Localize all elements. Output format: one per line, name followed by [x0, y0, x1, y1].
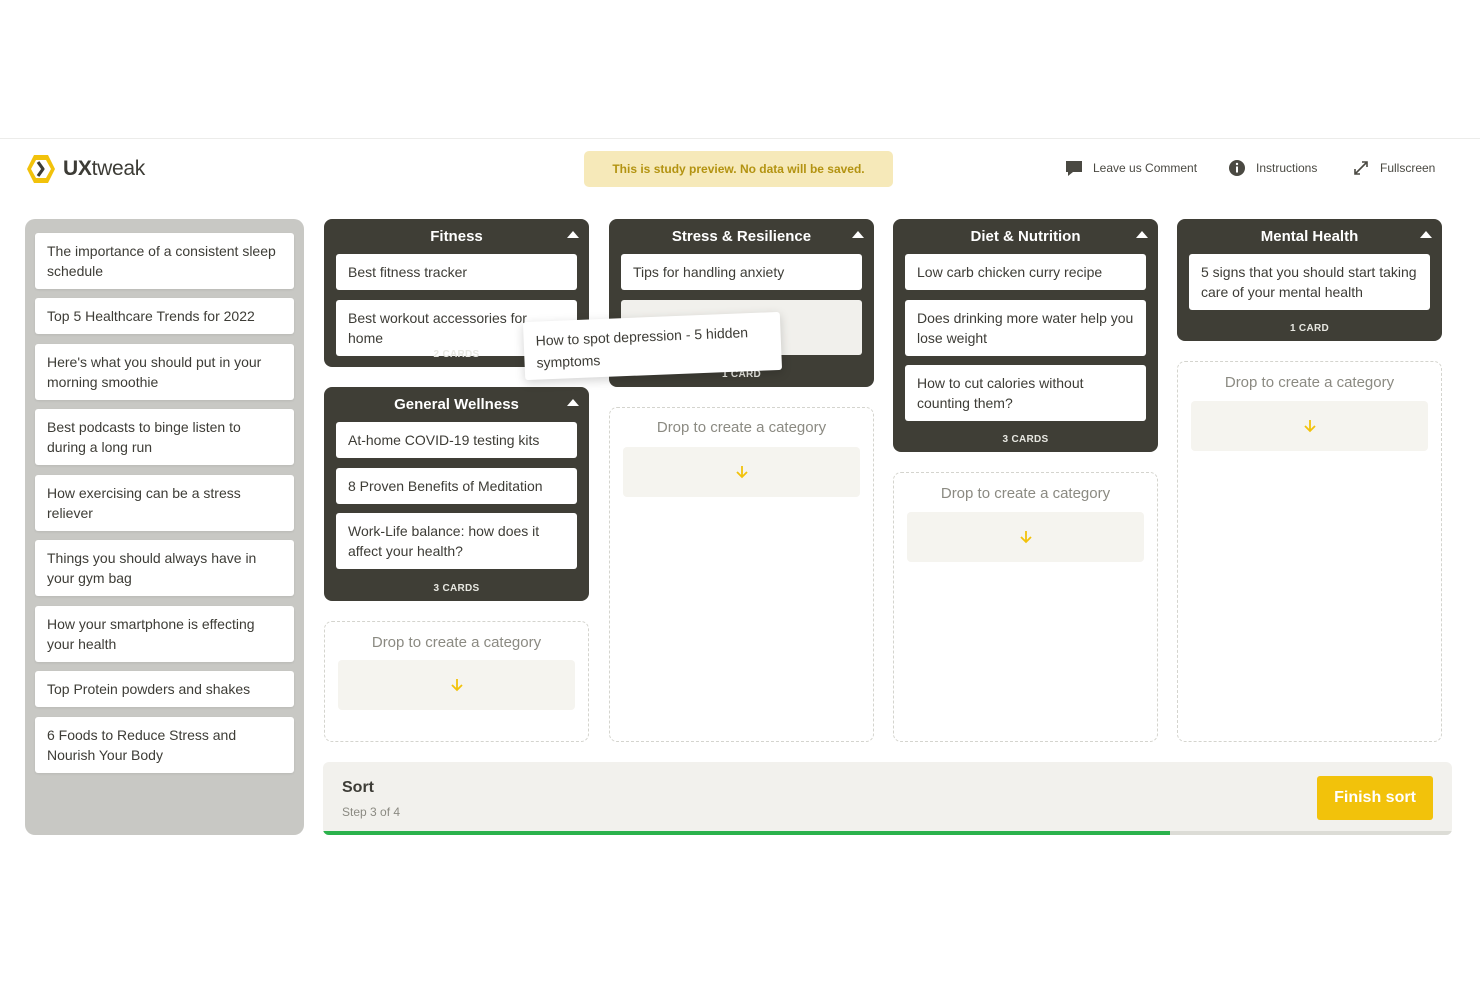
- card-count: 3 CARDS: [433, 583, 480, 594]
- collapse-arrow-icon[interactable]: [852, 231, 864, 238]
- collapse-arrow-icon[interactable]: [1420, 231, 1432, 238]
- instructions-label: Instructions: [1256, 161, 1318, 175]
- collapse-arrow-icon[interactable]: [567, 399, 579, 406]
- category-card[interactable]: At-home COVID-19 testing kits: [336, 422, 577, 458]
- instructions-button[interactable]: Instructions: [1228, 158, 1317, 178]
- card-count: 3 CARDS: [1002, 434, 1049, 445]
- step-title: Sort: [342, 779, 374, 796]
- unsorted-card[interactable]: Here's what you should put in your morni…: [35, 344, 294, 400]
- unsorted-card[interactable]: The importance of a consistent sleep sch…: [35, 233, 294, 289]
- category-card[interactable]: How to cut calories without counting the…: [905, 365, 1146, 421]
- drop-target[interactable]: [907, 512, 1144, 562]
- dragging-card[interactable]: How to spot depression - 5 hidden sympto…: [522, 311, 783, 381]
- unsorted-card[interactable]: Best podcasts to binge listen to during …: [35, 409, 294, 465]
- unsorted-card[interactable]: How your smartphone is effecting your he…: [35, 606, 294, 662]
- category-card[interactable]: 8 Proven Benefits of Meditation: [336, 468, 577, 504]
- fullscreen-icon: [1354, 161, 1368, 175]
- category-card[interactable]: Work-Life balance: how does it affect yo…: [336, 513, 577, 569]
- card-count: 1 CARD: [1289, 323, 1330, 334]
- category-title[interactable]: Mental Health: [1177, 219, 1442, 253]
- arrow-down-icon: [735, 466, 748, 479]
- drop-label: Drop to create a category: [371, 634, 542, 651]
- category-title[interactable]: Fitness: [324, 219, 589, 253]
- fullscreen-label: Fullscreen: [1380, 161, 1436, 175]
- category-card[interactable]: Low carb chicken curry recipe: [905, 254, 1146, 290]
- category-card[interactable]: Best fitness tracker: [336, 254, 577, 290]
- category-title[interactable]: General Wellness: [324, 387, 589, 421]
- new-category-dropzone[interactable]: Drop to create a category: [609, 407, 874, 742]
- collapse-arrow-icon[interactable]: [1136, 231, 1148, 238]
- preview-banner: This is study preview. No data will be s…: [584, 151, 893, 187]
- drop-target[interactable]: [623, 447, 860, 497]
- unsorted-cards-panel: The importance of a consistent sleep sch…: [25, 219, 304, 835]
- step-indicator: Step 3 of 4: [342, 805, 401, 819]
- progress-fill: [323, 831, 1170, 835]
- unsorted-card[interactable]: How exercising can be a stress reliever: [35, 475, 294, 531]
- new-category-dropzone[interactable]: Drop to create a category: [324, 621, 589, 742]
- category-diet-nutrition[interactable]: Diet & Nutrition Low carb chicken curry …: [893, 219, 1158, 452]
- unsorted-card[interactable]: Top Protein powders and shakes: [35, 671, 294, 707]
- arrow-down-icon: [1019, 531, 1032, 544]
- unsorted-card[interactable]: Top 5 Healthcare Trends for 2022: [35, 298, 294, 334]
- new-category-dropzone[interactable]: Drop to create a category: [893, 472, 1158, 742]
- unsorted-card[interactable]: Things you should always have in your gy…: [35, 540, 294, 596]
- drop-label: Drop to create a category: [656, 419, 827, 436]
- fullscreen-button[interactable]: Fullscreen: [1352, 158, 1435, 178]
- leave-comment-label: Leave us Comment: [1093, 161, 1198, 175]
- progress-bar: [323, 831, 1452, 835]
- category-card[interactable]: Does drinking more water help you lose w…: [905, 300, 1146, 356]
- category-general-wellness[interactable]: General Wellness At-home COVID-19 testin…: [324, 387, 589, 601]
- arrow-down-icon: [450, 679, 463, 692]
- info-icon: [1229, 160, 1245, 176]
- category-title[interactable]: Stress & Resilience: [609, 219, 874, 253]
- new-category-dropzone[interactable]: Drop to create a category: [1177, 361, 1442, 742]
- comment-icon: [1066, 161, 1082, 176]
- uxtweak-logo-icon: [27, 155, 55, 183]
- logo-text: UXtweak: [63, 157, 145, 180]
- finish-sort-button[interactable]: Finish sort: [1317, 776, 1433, 820]
- drop-target[interactable]: [1191, 401, 1428, 451]
- drop-target[interactable]: [338, 660, 575, 710]
- category-title[interactable]: Diet & Nutrition: [893, 219, 1158, 253]
- logo: UXtweak: [25, 153, 145, 185]
- leave-comment-button[interactable]: Leave us Comment: [1065, 158, 1197, 178]
- browser-top-area: [0, 0, 1480, 139]
- drop-label: Drop to create a category: [940, 485, 1111, 502]
- drop-label: Drop to create a category: [1224, 374, 1395, 391]
- sort-footer: Sort Step 3 of 4 Finish sort: [323, 762, 1452, 835]
- category-card[interactable]: Tips for handling anxiety: [621, 254, 862, 290]
- collapse-arrow-icon[interactable]: [567, 231, 579, 238]
- category-mental-health[interactable]: Mental Health 5 signs that you should st…: [1177, 219, 1442, 341]
- arrow-down-icon: [1303, 420, 1316, 433]
- unsorted-card[interactable]: 6 Foods to Reduce Stress and Nourish You…: [35, 717, 294, 773]
- category-card[interactable]: 5 signs that you should start taking car…: [1189, 254, 1430, 310]
